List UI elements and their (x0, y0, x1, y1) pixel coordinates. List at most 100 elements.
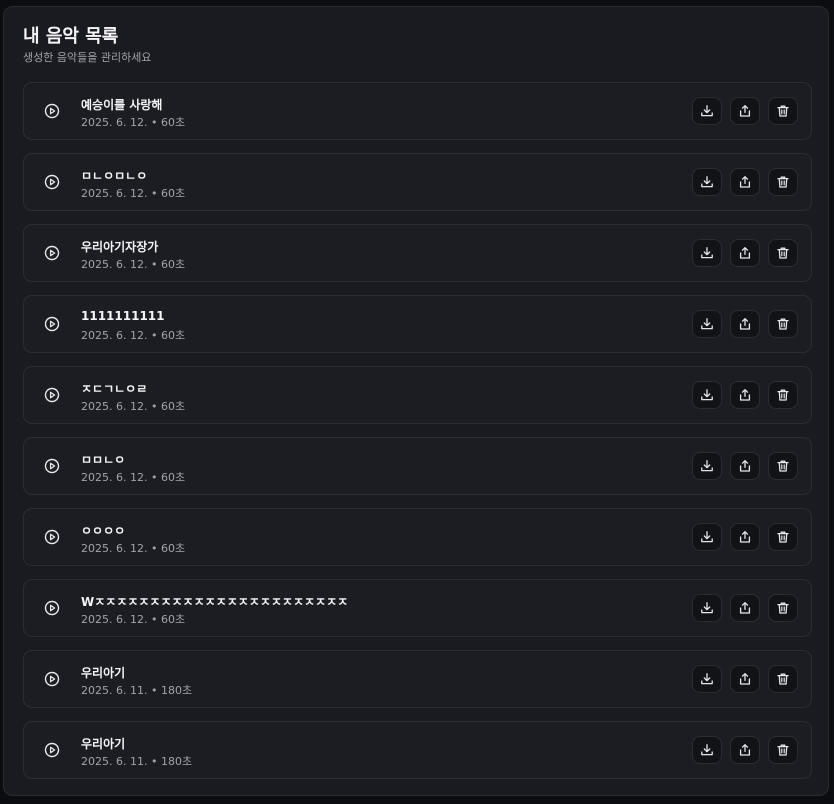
play-circle-icon (44, 103, 60, 119)
play-circle-icon (44, 600, 60, 616)
play-circle-icon (44, 742, 60, 758)
trash-icon (777, 389, 789, 401)
delete-button[interactable] (768, 310, 798, 338)
delete-button[interactable] (768, 239, 798, 267)
download-button[interactable] (692, 452, 722, 480)
track-row: 우리아기 2025. 6. 11. • 180초 (23, 650, 812, 708)
track-title: ㅇㅇㅇㅇ (81, 524, 126, 538)
share-button[interactable] (730, 452, 760, 480)
page-title: 내 음악 목록 (23, 26, 119, 47)
download-button[interactable] (692, 310, 722, 338)
download-button[interactable] (692, 665, 722, 693)
share-button[interactable] (730, 168, 760, 196)
share-icon (739, 744, 751, 756)
download-icon (701, 460, 713, 472)
play-button[interactable] (44, 316, 60, 332)
delete-button[interactable] (768, 452, 798, 480)
track-row: ㅇㅇㅇㅇ 2025. 6. 12. • 60초 (23, 508, 812, 566)
play-button[interactable] (44, 103, 60, 119)
track-meta: 2025. 6. 11. • 180초 (81, 755, 193, 768)
trash-icon (777, 460, 789, 472)
trash-icon (777, 247, 789, 259)
share-icon (739, 389, 751, 401)
share-button[interactable] (730, 523, 760, 551)
share-button[interactable] (730, 736, 760, 764)
trash-icon (777, 105, 789, 117)
page-subtitle: 생성한 음악들을 관리하세요 (23, 51, 152, 64)
track-meta: 2025. 6. 12. • 60초 (81, 116, 186, 129)
track-title: ㅈㄷㄱㄴㅇㄹ (81, 382, 148, 396)
delete-button[interactable] (768, 381, 798, 409)
share-icon (739, 318, 751, 330)
delete-button[interactable] (768, 736, 798, 764)
download-button[interactable] (692, 168, 722, 196)
track-title: 우리아기자장가 (81, 240, 159, 254)
share-button[interactable] (730, 594, 760, 622)
download-icon (701, 531, 713, 543)
track-row: Wㅈㅈㅈㅈㅈㅈㅈㅈㅈㅈㅈㅈㅈㅈㅈㅈㅈㅈㅈㅈㅈㅈㅈ 2025. 6. 12. • … (23, 579, 812, 637)
track-title: ㅁㄴㅇㅁㄴㅇ (81, 169, 148, 183)
delete-button[interactable] (768, 168, 798, 196)
download-icon (701, 744, 713, 756)
track-row: ㅁㄴㅇㅁㄴㅇ 2025. 6. 12. • 60초 (23, 153, 812, 211)
delete-button[interactable] (768, 523, 798, 551)
play-button[interactable] (44, 529, 60, 545)
track-row: 예승이를 사랑해 2025. 6. 12. • 60초 (23, 82, 812, 140)
share-icon (739, 460, 751, 472)
track-title: 1111111111 (81, 309, 165, 323)
share-icon (739, 673, 751, 685)
download-button[interactable] (692, 239, 722, 267)
delete-button[interactable] (768, 594, 798, 622)
share-icon (739, 247, 751, 259)
download-icon (701, 247, 713, 259)
track-meta: 2025. 6. 12. • 60초 (81, 187, 186, 200)
track-meta: 2025. 6. 12. • 60초 (81, 329, 186, 342)
download-button[interactable] (692, 523, 722, 551)
track-meta: 2025. 6. 12. • 60초 (81, 258, 186, 271)
share-button[interactable] (730, 381, 760, 409)
track-row: 1111111111 2025. 6. 12. • 60초 (23, 295, 812, 353)
download-icon (701, 318, 713, 330)
track-title: Wㅈㅈㅈㅈㅈㅈㅈㅈㅈㅈㅈㅈㅈㅈㅈㅈㅈㅈㅈㅈㅈㅈㅈ (81, 595, 349, 609)
download-icon (701, 105, 713, 117)
play-circle-icon (44, 458, 60, 474)
share-button[interactable] (730, 97, 760, 125)
play-circle-icon (44, 174, 60, 190)
share-button[interactable] (730, 310, 760, 338)
trash-icon (777, 602, 789, 614)
trash-icon (777, 673, 789, 685)
trash-icon (777, 176, 789, 188)
track-meta: 2025. 6. 12. • 60초 (81, 400, 186, 413)
delete-button[interactable] (768, 97, 798, 125)
download-button[interactable] (692, 594, 722, 622)
play-button[interactable] (44, 671, 60, 687)
share-button[interactable] (730, 665, 760, 693)
download-button[interactable] (692, 97, 722, 125)
share-button[interactable] (730, 239, 760, 267)
share-icon (739, 176, 751, 188)
play-circle-icon (44, 245, 60, 261)
play-button[interactable] (44, 742, 60, 758)
track-title: 예승이를 사랑해 (81, 98, 163, 112)
track-row: ㅈㄷㄱㄴㅇㄹ 2025. 6. 12. • 60초 (23, 366, 812, 424)
play-button[interactable] (44, 387, 60, 403)
download-icon (701, 176, 713, 188)
download-icon (701, 389, 713, 401)
download-button[interactable] (692, 381, 722, 409)
trash-icon (777, 531, 789, 543)
share-icon (739, 531, 751, 543)
play-button[interactable] (44, 174, 60, 190)
play-button[interactable] (44, 245, 60, 261)
play-button[interactable] (44, 600, 60, 616)
track-title: ㅁㅁㄴㅇ (81, 453, 126, 467)
download-button[interactable] (692, 736, 722, 764)
track-row: 우리아기 2025. 6. 11. • 180초 (23, 721, 812, 779)
track-meta: 2025. 6. 12. • 60초 (81, 613, 186, 626)
download-icon (701, 673, 713, 685)
delete-button[interactable] (768, 665, 798, 693)
share-icon (739, 602, 751, 614)
download-icon (701, 602, 713, 614)
track-row: ㅁㅁㄴㅇ 2025. 6. 12. • 60초 (23, 437, 812, 495)
play-button[interactable] (44, 458, 60, 474)
play-circle-icon (44, 671, 60, 687)
